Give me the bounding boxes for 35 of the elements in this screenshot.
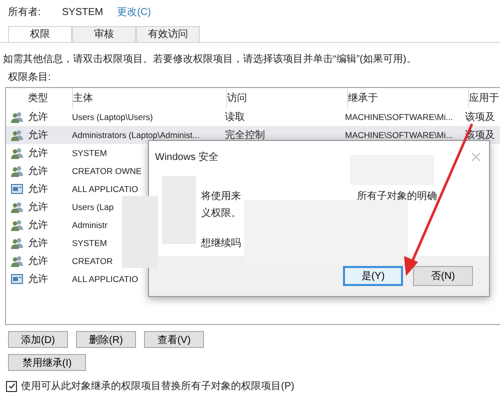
table-cell-text: 允许	[28, 110, 48, 124]
table-cell: MACHINE\SOFTWARE\Mi...	[345, 112, 453, 122]
entries-label: 权限条目:	[7, 70, 52, 85]
table-cell: ALL APPLICATIO	[72, 274, 138, 284]
owner-label: 所有者:	[8, 6, 42, 19]
table-cell-text: 完全控制	[225, 128, 265, 142]
owner-value: SYSTEM	[62, 6, 104, 18]
table-cell: Users (Laptop\Users)	[72, 112, 153, 122]
table-cell-text: 允许	[28, 146, 48, 160]
dialog-title: Windows 安全	[155, 150, 218, 164]
table-cell-text: 允许	[28, 164, 48, 178]
table-cell: Users (Lap	[72, 202, 114, 212]
checkbox-label: 使用可从此对象继承的权限项目替换所有子对象的权限项目(P)	[21, 380, 294, 393]
message-text: 将使用来	[201, 190, 241, 203]
table-cell-text: 允许	[28, 182, 48, 196]
message-text: 义权限。	[201, 206, 241, 220]
table-cell-text: 允许	[28, 254, 48, 268]
table-cell-text: 允许	[28, 272, 48, 286]
table-cell: CREATOR	[72, 256, 113, 266]
table-cell-text: 该项及	[465, 110, 495, 124]
message-text: 想继续吗	[201, 236, 241, 250]
table-cell-text: 允许	[28, 128, 48, 142]
table-cell-text: 允许	[28, 200, 48, 214]
table-cell-text: 允许	[28, 218, 48, 232]
table-cell: Administrators (Laptop\Administ...	[72, 130, 200, 140]
table-cell: SYSTEM	[72, 238, 107, 248]
table-cell-text: 读取	[225, 110, 245, 124]
table-cell-text: 允许	[28, 236, 48, 250]
table-cell: SYSTEM	[72, 148, 107, 158]
table-cell: CREATOR OWNE	[72, 166, 142, 176]
table-cell: Administr	[72, 220, 108, 230]
table-cell: MACHINE\SOFTWARE\Mi...	[345, 130, 453, 140]
table-cell: ALL APPLICATIO	[72, 184, 138, 194]
info-text: 如需其他信息，请双击权限项目。若要修改权限项目，请选择该项目并单击“编辑”(如果可用)。	[2, 52, 418, 66]
message-text: 所有子对象的明确	[357, 190, 437, 203]
